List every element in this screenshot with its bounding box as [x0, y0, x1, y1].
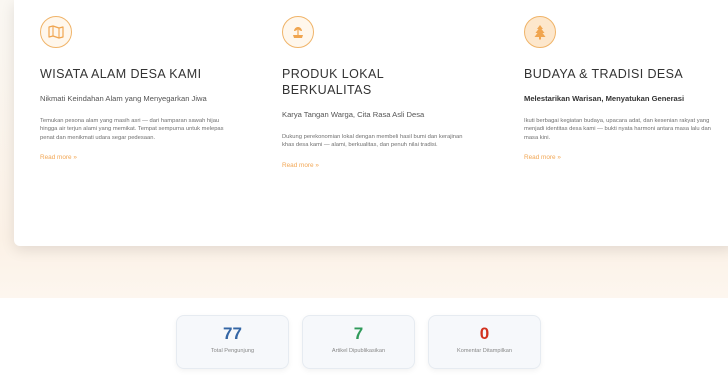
- stat-label: Komentar Ditampilkan: [456, 348, 513, 354]
- plant-icon: [282, 16, 314, 48]
- stat-label: Artikel Dipublikasikan: [331, 348, 386, 354]
- card-subtitle: Melestarikan Warisan, Menyatukan Generas…: [524, 94, 685, 103]
- stat-comments: 0 Komentar Ditampilkan: [428, 315, 541, 369]
- read-more-link[interactable]: Read more »: [524, 154, 561, 161]
- card-subtitle: Karya Tangan Warga, Cita Rasa Asli Desa: [282, 110, 425, 119]
- read-more-link[interactable]: Read more »: [40, 154, 77, 161]
- read-more-link[interactable]: Read more »: [282, 162, 319, 169]
- stats-row: 77 Total Pengunjung 7 Artikel Dipublikas…: [176, 315, 541, 369]
- card-title: WISATA ALAM DESA KAMI: [40, 67, 202, 81]
- feature-column-budaya: BUDAYA & TRADISI DESA Melestarikan Waris…: [524, 16, 724, 164]
- card-description: Dukung perekonomian lokal dengan membeli…: [282, 133, 463, 149]
- stat-articles: 7 Artikel Dipublikasikan: [302, 315, 415, 369]
- card-description: Ikuti berbagai kegiatan budaya, upacara …: [524, 117, 711, 141]
- feature-card-panel: WISATA ALAM DESA KAMI Nikmati Keindahan …: [14, 0, 728, 246]
- stat-value: 77: [223, 324, 242, 343]
- map-icon: [40, 16, 72, 48]
- card-title: PRODUK LOKAL BERKUALITAS: [282, 67, 384, 97]
- card-subtitle: Nikmati Keindahan Alam yang Menyegarkan …: [40, 94, 207, 103]
- stat-value: 0: [479, 324, 490, 343]
- feature-column-wisata: WISATA ALAM DESA KAMI Nikmati Keindahan …: [40, 16, 230, 164]
- stat-visitors: 77 Total Pengunjung: [176, 315, 289, 369]
- stat-label: Total Pengunjung: [210, 348, 255, 354]
- card-description: Temukan pesona alam yang masih asri — da…: [40, 117, 224, 141]
- stat-value: 7: [353, 324, 364, 343]
- tree-icon: [524, 16, 556, 48]
- feature-column-produk: PRODUK LOKAL BERKUALITAS Karya Tangan Wa…: [282, 16, 472, 172]
- card-title: BUDAYA & TRADISI DESA: [524, 67, 684, 81]
